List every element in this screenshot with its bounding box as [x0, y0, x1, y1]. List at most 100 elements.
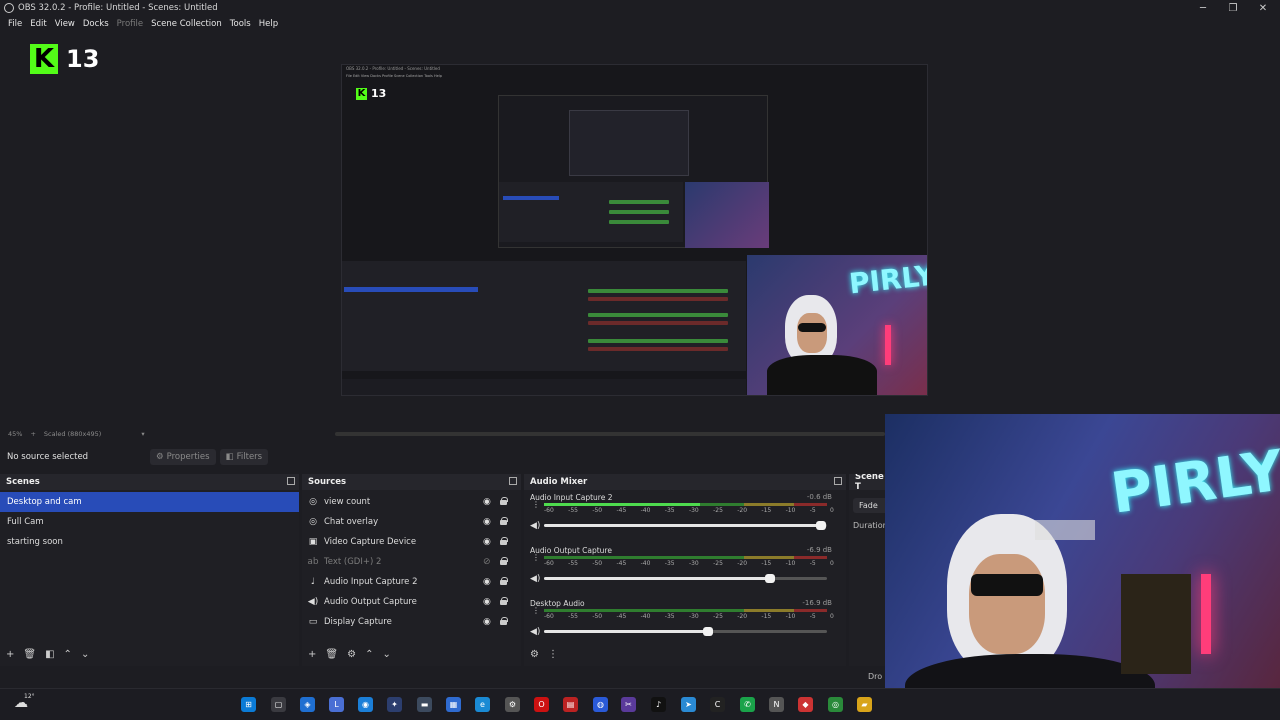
remove-source-icon[interactable]: 🗑 [325, 649, 338, 660]
slider-handle[interactable] [765, 574, 776, 583]
undock-icon[interactable] [509, 477, 517, 485]
audio-mixer-title: Audio Mixer [530, 477, 588, 487]
minimize-button[interactable]: ─ [1188, 0, 1218, 16]
source-label: Video Capture Device [324, 537, 417, 547]
remove-scene-icon[interactable]: 🗑 [23, 649, 36, 660]
close-button[interactable]: ✕ [1248, 0, 1278, 16]
notion-icon[interactable]: N [769, 697, 784, 712]
eye-icon[interactable]: ◉ [483, 577, 491, 587]
undock-icon[interactable] [834, 477, 842, 485]
add-source-icon[interactable]: + [308, 649, 316, 660]
channel-menu-icon[interactable]: ⋮ [532, 554, 540, 562]
undock-icon[interactable] [287, 477, 295, 485]
app-c-icon[interactable]: C [710, 697, 725, 712]
speaker-icon[interactable]: ◀) [530, 627, 540, 637]
eye-icon[interactable]: ◉ [483, 617, 491, 627]
chevron-down-icon[interactable]: ▾ [141, 430, 144, 438]
lock-icon[interactable] [500, 577, 508, 585]
source-item[interactable]: ♩ Audio Input Capture 2 ◉ [302, 572, 521, 592]
zoom-in-icon[interactable]: + [30, 430, 35, 438]
explorer-icon[interactable]: ▬ [417, 697, 432, 712]
lock-icon[interactable] [500, 497, 508, 505]
move-up-icon[interactable]: ⌃ [365, 649, 373, 660]
filters-button[interactable]: ◧ Filters [219, 449, 269, 465]
menu-edit[interactable]: Edit [26, 19, 50, 29]
volume-slider[interactable] [544, 521, 827, 530]
eye-icon[interactable]: ◉ [483, 497, 491, 507]
app-blue-icon[interactable]: ◉ [358, 697, 373, 712]
source-item[interactable]: ◎ Chat overlay ◉ [302, 512, 521, 532]
source-properties-icon[interactable]: ⚙ [347, 649, 356, 660]
whatsapp-icon[interactable]: ✆ [740, 697, 755, 712]
preview-canvas[interactable]: K 13 OBS 32.0.2 - Profile: Untitled - Sc… [0, 34, 1280, 424]
lock-icon[interactable] [500, 537, 508, 545]
scene-item[interactable]: starting soon [0, 532, 299, 552]
app-l-icon[interactable]: L [329, 697, 344, 712]
slider-handle[interactable] [816, 521, 827, 530]
copilot-icon[interactable]: ◈ [300, 697, 315, 712]
folder-icon[interactable]: ▰ [857, 697, 872, 712]
app-globe-icon[interactable]: ◍ [593, 697, 608, 712]
app-red2-icon[interactable]: ◆ [798, 697, 813, 712]
properties-button[interactable]: ⚙ Properties [150, 449, 216, 465]
source-item[interactable]: ◀) Audio Output Capture ◉ [302, 592, 521, 612]
settings-icon[interactable]: ⚙ [505, 697, 520, 712]
maximize-button[interactable]: ❐ [1218, 0, 1248, 16]
speaker-icon[interactable]: ◀) [530, 521, 540, 531]
lock-icon[interactable] [500, 597, 508, 605]
scene-item[interactable]: Full Cam [0, 512, 299, 532]
menu-help[interactable]: Help [255, 19, 282, 29]
eye-icon[interactable]: ◉ [483, 597, 491, 607]
move-up-icon[interactable]: ⌃ [64, 649, 72, 660]
eye-icon[interactable]: ◉ [483, 537, 491, 547]
scene-item[interactable]: Desktop and cam [0, 492, 299, 512]
source-item[interactable]: ab Text (GDI+) 2 ⊘ [302, 552, 521, 572]
advanced-audio-icon[interactable]: ⚙ [530, 649, 539, 660]
mixer-channel: Audio Output Capture -6.9 dB ⋮ -60 -55 -50… [524, 543, 846, 596]
speaker-icon[interactable]: ◀) [530, 574, 540, 584]
preview-horizontal-scrollbar[interactable] [335, 432, 885, 436]
lock-icon[interactable] [500, 617, 508, 625]
scale-tick: -30 [688, 507, 699, 514]
menu-tools[interactable]: Tools [226, 19, 255, 29]
add-scene-icon[interactable]: + [6, 649, 14, 660]
menu-docks[interactable]: Docks [79, 19, 113, 29]
lock-icon[interactable] [500, 517, 508, 525]
opera-icon[interactable]: O [534, 697, 549, 712]
menu-scene-collection[interactable]: Scene Collection [147, 19, 226, 29]
menu-profile[interactable]: Profile [113, 19, 147, 29]
move-down-icon[interactable]: ⌄ [382, 649, 390, 660]
move-down-icon[interactable]: ⌄ [81, 649, 89, 660]
scene-filters-icon[interactable]: ◧ [45, 649, 54, 660]
lock-icon[interactable] [500, 557, 508, 565]
eye-hidden-icon[interactable]: ⊘ [483, 557, 491, 567]
chrome-icon[interactable]: ◎ [828, 697, 843, 712]
tiktok-icon[interactable]: ♪ [651, 697, 666, 712]
eye-icon[interactable]: ◉ [483, 517, 491, 527]
source-item[interactable]: ▭ Display Capture ◉ [302, 612, 521, 632]
store-icon[interactable]: ▦ [446, 697, 461, 712]
edge-icon[interactable]: e [475, 697, 490, 712]
snipping-icon[interactable]: ✂ [621, 697, 636, 712]
telegram-icon[interactable]: ➤ [681, 697, 696, 712]
mixer-menu-icon[interactable]: ⋮ [548, 649, 558, 660]
source-label: view count [324, 497, 371, 507]
transition-select[interactable]: Fade [853, 498, 885, 513]
app-drop-icon[interactable]: ✦ [387, 697, 402, 712]
inner-kick-logo-icon: K [356, 87, 367, 100]
app-red-icon[interactable]: ▤ [563, 697, 578, 712]
sources-list: ◎ view count ◉ ◎ Chat overlay ◉ ▣ Video … [302, 490, 521, 632]
source-item[interactable]: ◎ view count ◉ [302, 492, 521, 512]
channel-menu-icon[interactable]: ⋮ [532, 501, 540, 509]
menu-file[interactable]: File [4, 19, 26, 29]
volume-slider[interactable] [544, 574, 827, 583]
start-icon[interactable]: ⊞ [241, 697, 256, 712]
volume-slider[interactable] [544, 627, 827, 636]
menu-view[interactable]: View [51, 19, 79, 29]
zoom-level[interactable]: 45% [8, 430, 22, 438]
slider-handle[interactable] [703, 627, 714, 636]
channel-menu-icon[interactable]: ⋮ [532, 607, 540, 615]
weather-widget[interactable]: ☁ 12° [14, 693, 35, 711]
source-item[interactable]: ▣ Video Capture Device ◉ [302, 532, 521, 552]
task-view-icon[interactable]: ▢ [271, 697, 286, 712]
